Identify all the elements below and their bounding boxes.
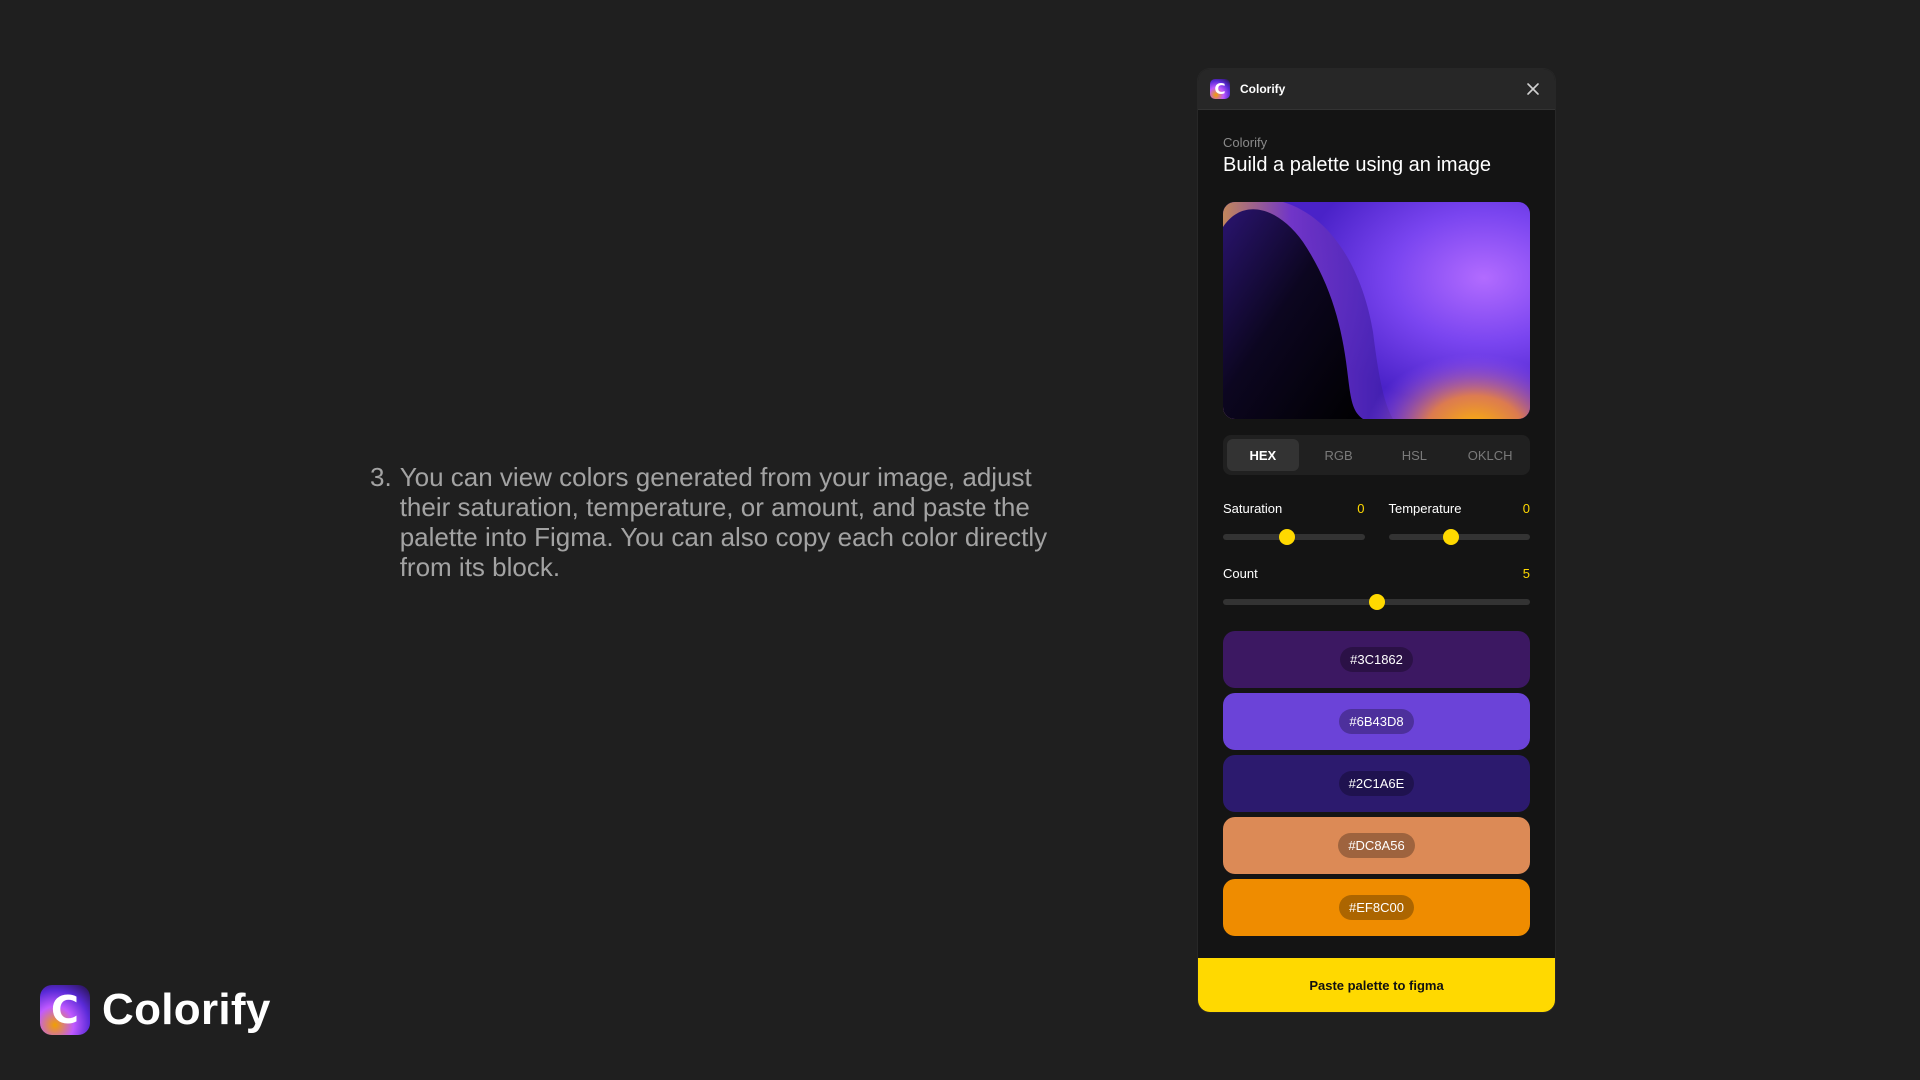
image-preview[interactable]: [1223, 202, 1530, 419]
plugin-window: C Colorify Colorify Build a palette usin…: [1198, 69, 1555, 1012]
saturation-slider-thumb[interactable]: [1278, 529, 1295, 545]
count-value: 5: [1522, 566, 1530, 581]
color-swatch[interactable]: #2C1A6E: [1223, 755, 1530, 812]
count-slider-thumb[interactable]: [1368, 594, 1385, 610]
instruction-text: 3. You can view colors generated from yo…: [370, 462, 1060, 582]
step-number: 3.: [370, 462, 392, 492]
color-swatch[interactable]: #6B43D8: [1223, 693, 1530, 750]
saturation-label: Saturation: [1223, 501, 1283, 516]
saturation-control: Saturation 0: [1223, 501, 1365, 545]
window-title: Colorify: [1240, 82, 1286, 96]
paste-palette-button[interactable]: Paste palette to figma: [1198, 958, 1555, 1012]
hex-chip: #EF8C00: [1339, 895, 1414, 920]
brand: C Colorify: [40, 985, 271, 1035]
format-tabs: HEX RGB HSL OKLCH: [1223, 435, 1530, 475]
hex-chip: #DC8A56: [1338, 833, 1415, 858]
hex-chip: #3C1862: [1340, 647, 1413, 672]
window-titlebar: C Colorify: [1198, 69, 1555, 110]
color-swatch[interactable]: #EF8C00: [1223, 879, 1530, 936]
brand-name: Colorify: [102, 985, 271, 1034]
temperature-value: 0: [1522, 501, 1530, 516]
plugin-logo-icon: C: [1210, 79, 1230, 99]
color-swatch[interactable]: #DC8A56: [1223, 817, 1530, 874]
close-icon: [1527, 83, 1539, 95]
hex-chip: #6B43D8: [1339, 709, 1414, 734]
count-label: Count: [1223, 566, 1258, 581]
close-button[interactable]: [1523, 79, 1543, 99]
tab-hsl[interactable]: HSL: [1379, 439, 1451, 471]
saturation-slider[interactable]: [1223, 529, 1365, 545]
hex-chip: #2C1A6E: [1338, 771, 1415, 796]
tab-oklch[interactable]: OKLCH: [1454, 439, 1526, 471]
saturation-value: 0: [1357, 501, 1365, 516]
gradient-image: [1223, 202, 1530, 419]
tab-hex[interactable]: HEX: [1227, 439, 1299, 471]
step-description: You can view colors generated from your …: [399, 462, 1048, 582]
palette-swatches: #3C1862 #6B43D8 #2C1A6E #DC8A56 #EF8C00: [1223, 631, 1530, 936]
temperature-control: Temperature 0: [1388, 501, 1530, 545]
color-swatch[interactable]: #3C1862: [1223, 631, 1530, 688]
colorify-logo-icon: C: [40, 985, 90, 1035]
panel-eyebrow: Colorify: [1223, 135, 1268, 150]
temperature-label: Temperature: [1388, 501, 1462, 516]
panel-heading: Build a palette using an image: [1223, 154, 1491, 176]
temperature-slider[interactable]: [1388, 529, 1530, 545]
tab-rgb[interactable]: RGB: [1303, 439, 1375, 471]
count-control: Count 5: [1223, 566, 1530, 610]
count-slider[interactable]: [1223, 594, 1530, 610]
temperature-slider-thumb[interactable]: [1442, 529, 1459, 545]
